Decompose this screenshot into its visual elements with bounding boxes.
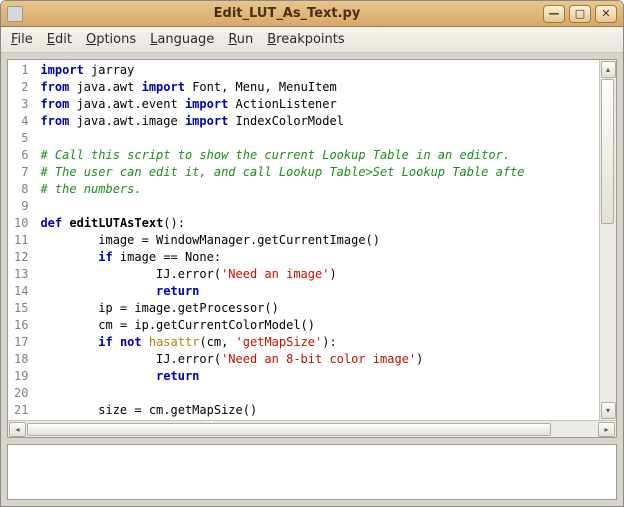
menu-run[interactable]: Run (228, 32, 253, 47)
maximize-button[interactable]: □ (569, 5, 591, 23)
window-title: Edit_LUT_As_Text.py (31, 6, 543, 21)
menu-options[interactable]: Options (86, 32, 136, 47)
code-scroll[interactable]: 123456789101112131415161718192021 import… (8, 60, 616, 420)
horizontal-scroll-track[interactable] (27, 422, 597, 437)
output-panel[interactable] (7, 444, 617, 500)
titlebar: Edit_LUT_As_Text.py — □ ✕ (1, 1, 623, 27)
menu-file[interactable]: File (11, 32, 33, 47)
code-area[interactable]: import jarrayfrom java.awt import Font, … (36, 60, 616, 420)
horizontal-scrollbar[interactable]: ◂ ▸ (8, 420, 616, 437)
app-icon (7, 6, 23, 22)
scroll-up-arrow-icon[interactable]: ▴ (601, 61, 616, 78)
close-button[interactable]: ✕ (595, 5, 617, 23)
line-number-gutter: 123456789101112131415161718192021 (8, 60, 36, 420)
editor-frame: 123456789101112131415161718192021 import… (1, 53, 623, 506)
code-panel: 123456789101112131415161718192021 import… (7, 59, 617, 438)
minimize-button[interactable]: — (543, 5, 565, 23)
menu-language[interactable]: Language (150, 32, 214, 47)
vertical-scroll-track[interactable] (600, 79, 616, 401)
vertical-scrollbar[interactable]: ▴ ▾ (599, 60, 616, 420)
menu-edit[interactable]: Edit (47, 32, 72, 47)
window-buttons: — □ ✕ (543, 5, 617, 23)
scroll-left-arrow-icon[interactable]: ◂ (9, 422, 26, 437)
scroll-down-arrow-icon[interactable]: ▾ (601, 402, 616, 419)
menubar: File Edit Options Language Run Breakpoin… (1, 27, 623, 53)
scroll-right-arrow-icon[interactable]: ▸ (598, 422, 615, 437)
vertical-scroll-thumb[interactable] (601, 79, 614, 224)
menu-breakpoints[interactable]: Breakpoints (267, 32, 344, 47)
horizontal-scroll-thumb[interactable] (27, 423, 551, 436)
